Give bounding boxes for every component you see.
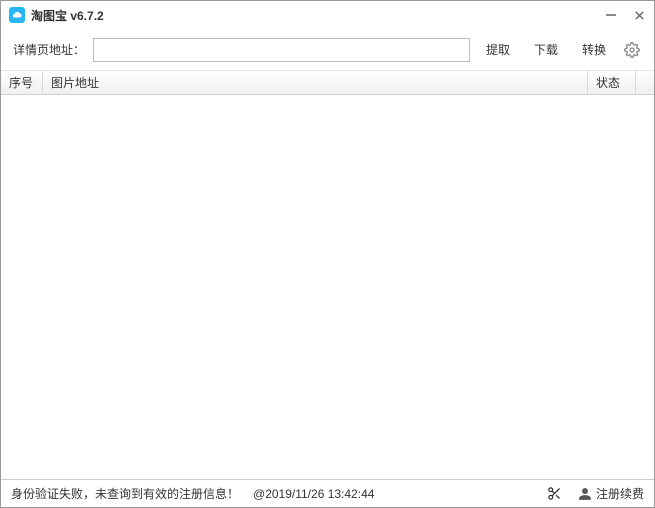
column-header-status[interactable]: 状态: [588, 71, 636, 94]
register-label: 注册续费: [596, 485, 644, 502]
app-title: 淘图宝 v6.7.2: [31, 7, 604, 24]
download-button[interactable]: 下载: [526, 37, 566, 62]
close-button[interactable]: [632, 8, 646, 22]
url-input[interactable]: [93, 38, 470, 62]
scissors-button[interactable]: [546, 485, 564, 503]
titlebar: 淘图宝 v6.7.2: [1, 1, 654, 29]
app-window: 淘图宝 v6.7.2 详情页地址： 提取 下载 转换 序号 图片地址 状态: [0, 0, 655, 508]
convert-button[interactable]: 转换: [574, 37, 614, 62]
table-container: 序号 图片地址 状态: [1, 71, 654, 479]
toolbar: 详情页地址： 提取 下载 转换: [1, 29, 654, 71]
status-timestamp: @2019/11/26 13:42:44: [253, 487, 374, 501]
window-controls: [604, 8, 646, 22]
user-icon: [578, 487, 592, 501]
settings-button[interactable]: [622, 40, 642, 60]
table-body: [1, 95, 654, 479]
column-header-url[interactable]: 图片地址: [43, 71, 588, 94]
app-icon: [9, 7, 25, 23]
status-message: 身份验证失败，未查询到有效的注册信息！: [11, 485, 239, 502]
url-label: 详情页地址：: [13, 41, 85, 58]
statusbar: 身份验证失败，未查询到有效的注册信息！ @2019/11/26 13:42:44…: [1, 479, 654, 507]
register-button[interactable]: 注册续费: [578, 485, 644, 502]
column-header-spacer: [636, 71, 654, 94]
extract-button[interactable]: 提取: [478, 37, 518, 62]
minimize-button[interactable]: [604, 8, 618, 22]
column-header-index[interactable]: 序号: [1, 71, 43, 94]
table-header: 序号 图片地址 状态: [1, 71, 654, 95]
